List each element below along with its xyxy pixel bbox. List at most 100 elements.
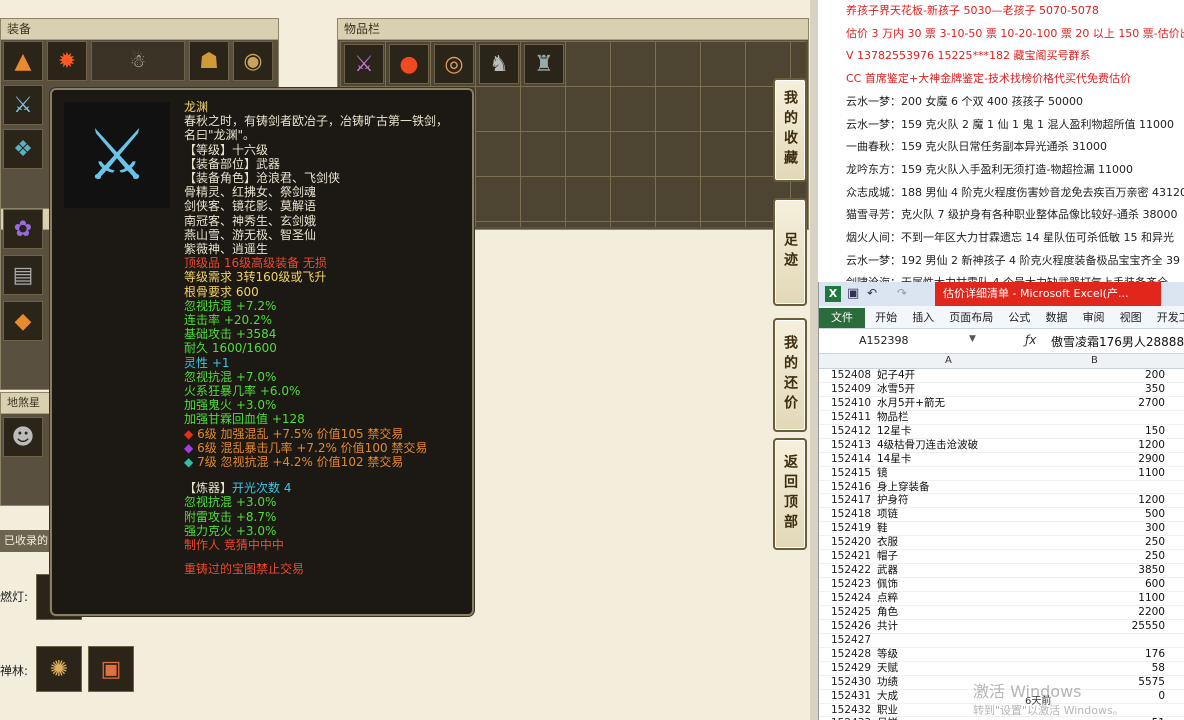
page-scrollbar[interactable] [810,0,818,720]
cell-a[interactable]: 佩饰 [877,578,1017,591]
table-row: 152408 妃子4开 200 [819,369,1184,383]
function-icon[interactable]: ƒx [1025,333,1036,347]
equip-slot-fire[interactable]: ✹ [47,41,87,81]
cell-a[interactable]: 角色 [877,606,1017,619]
inv-item-figure[interactable]: ♞ [479,44,519,84]
cell-a[interactable]: 14星卡 [877,453,1017,466]
cell-a[interactable]: 4级枯骨刀连击沧波破 [877,439,1017,452]
cell-a[interactable]: 冰雪5开 [877,383,1017,396]
cell-b[interactable]: 2200 [1019,606,1165,619]
inv-item-orb[interactable]: ● [389,44,429,84]
equip-slot-hat[interactable]: ▲ [3,41,43,81]
tab-home[interactable]: 开始 [870,308,902,328]
cell-a[interactable]: 共计 [877,620,1017,633]
cell-b[interactable]: 250 [1019,550,1165,563]
undo-icon[interactable]: ↶ [867,286,877,300]
tab-view[interactable]: 视图 [1115,308,1147,328]
inv-item-necklace[interactable]: ◎ [434,44,474,84]
item-roles-6: 紫薇神、逍遥生 [184,242,269,257]
cell-b[interactable]: 58 [1019,662,1165,675]
table-row: 152429 天赋 58 [819,662,1184,676]
cell-a[interactable]: 物品栏 [877,411,1017,424]
cell-b[interactable]: 2900 [1019,453,1165,466]
col-header-b[interactable]: B [1091,355,1098,366]
cell-b[interactable]: 1200 [1019,494,1165,507]
cell-a[interactable]: 点粹 [877,592,1017,605]
cell-b[interactable]: 500 [1019,508,1165,521]
cell-b[interactable]: 1100 [1019,467,1165,480]
tab-developer[interactable]: 开发工具 [1152,308,1184,328]
fabao-slot-2[interactable]: ▤ [3,255,43,295]
lianqi-stat: 强力克火 +3.0% [184,523,277,538]
name-box[interactable]: A152398 [859,334,969,347]
cell-b[interactable]: 250 [1019,536,1165,549]
equip-slot-mask[interactable]: ☗ [189,41,229,81]
tab-page-layout[interactable]: 页面布局 [944,308,998,328]
cell-a[interactable]: 身上穿装备 [877,481,1017,494]
excel-title: 估价详细清单 - Microsoft Excel(产... [935,282,1161,306]
my-bargain-button[interactable]: 我的还价 [773,318,807,432]
equip-slot-weapon[interactable]: ⚔ [3,85,43,125]
cell-a[interactable]: 武器 [877,564,1017,577]
gem-text: 6级 加强混乱 +7.5% 价值105 禁交易 [197,426,404,441]
cell-a[interactable]: 天赋 [877,662,1017,675]
fabao-slot-1[interactable]: ✿ [3,209,43,249]
footprint-button[interactable]: 足迹 [773,198,807,306]
tab-insert[interactable]: 插入 [907,308,939,328]
dizhu-slot[interactable]: ☻ [3,417,43,457]
cell-b[interactable]: 176 [1019,648,1165,661]
cell-b[interactable]: 25550 [1019,620,1165,633]
lianqi-value: 开光次数 4 [232,481,292,496]
col-header-a[interactable]: A [945,355,952,366]
namebox-dropdown-icon[interactable]: ▼ [969,334,976,344]
cell-a[interactable]: 衣服 [877,536,1017,549]
table-row: 152414 14星卡 2900 [819,453,1184,467]
cell-a[interactable]: 项链 [877,508,1017,521]
cell-b[interactable]: 150 [1019,425,1165,438]
tab-file[interactable]: 文件 [819,308,865,328]
chanlin-label: 禅林: [0,664,29,678]
cell-b[interactable]: 3850 [1019,564,1165,577]
table-row: 152427 [819,634,1184,648]
cell-b[interactable]: 300 [1019,522,1165,535]
equip-col: ⚔ ❖ [3,85,43,169]
gem-row: ◆ 7级 忽视抗混 +4.2% 价值102 禁交易 [184,455,448,469]
back-to-top-button[interactable]: 返回顶部 [773,438,807,550]
my-favorites-button[interactable]: 我的收藏 [773,78,807,182]
gem-teal-icon: ◆ [184,455,194,470]
cell-b[interactable]: 1100 [1019,592,1165,605]
chanlin-item-1[interactable]: ✺ [36,646,82,692]
table-row: 152423 佩饰 600 [819,578,1184,592]
cell-a[interactable]: 水月5开+箭无 [877,397,1017,410]
inventory-title: 物品栏 [338,19,808,40]
save-icon[interactable]: ▣ [847,286,859,301]
cell-a[interactable]: 护身符 [877,494,1017,507]
game-page: 装备 ▲ ✹ ☃ ☗ ◉ ⚔ ❖ 法宝 ✿ ▤ ◆ 地煞星 ☻ 物品栏 ⚔ [0,0,810,720]
redo-icon[interactable]: ↷ [897,286,907,300]
equip-slot-ring[interactable]: ◉ [233,41,273,81]
doc-line: 烟火人间：不到一年区大力甘霖遗忘 14 星队伍可杀低敏 15 和异光 [846,231,1174,245]
formula-input[interactable]: 傲雪凌霜176男人28888 [1051,333,1184,350]
cell-b[interactable]: 600 [1019,578,1165,591]
cell-a[interactable]: 妃子4开 [877,369,1017,382]
item-warning: 重铸过的宝图禁止交易 [184,562,305,577]
chanlin-item-2[interactable]: ▣ [88,646,134,692]
fabao-slot-3[interactable]: ◆ [3,301,43,341]
inv-item-boots[interactable]: ♜ [524,44,564,84]
inv-item-sword[interactable]: ⚔ [344,44,384,84]
cell-b[interactable]: 200 [1019,369,1165,382]
item-quality: 顶级品 16级高级装备 无损 [184,256,327,271]
tab-data[interactable]: 数据 [1040,308,1072,328]
sword-icon: ⚔ [64,102,170,208]
cell-a[interactable]: 鞋 [877,522,1017,535]
cell-b[interactable]: 350 [1019,383,1165,396]
tab-review[interactable]: 审阅 [1078,308,1110,328]
tab-formulas[interactable]: 公式 [1003,308,1035,328]
cell-a[interactable]: 12星卡 [877,425,1017,438]
cell-a[interactable]: 帽子 [877,550,1017,563]
cell-a[interactable]: 等级 [877,648,1017,661]
cell-a[interactable]: 镜 [877,467,1017,480]
cell-b[interactable]: 1200 [1019,439,1165,452]
equip-slot-armor[interactable]: ❖ [3,129,43,169]
cell-b[interactable]: 2700 [1019,397,1165,410]
